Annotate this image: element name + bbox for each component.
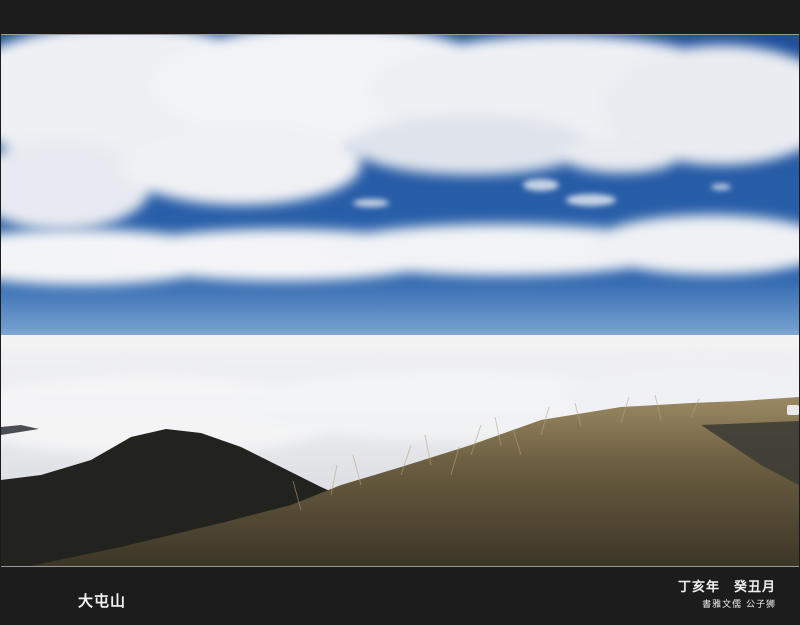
date-caption: 丁亥年 癸丑月 bbox=[677, 580, 776, 595]
parked-car bbox=[787, 405, 799, 415]
signature-caption: 丁亥年 癸丑月 書雅文儒 公子狮 bbox=[678, 576, 776, 610]
photo-frame: 大屯山 丁亥年 癸丑月 書雅文儒 公子狮 bbox=[0, 0, 800, 625]
landscape-photo bbox=[1, 34, 799, 567]
credit-caption: 書雅文儒 公子狮 bbox=[702, 600, 776, 610]
landscape-photo-svg bbox=[1, 35, 799, 566]
location-caption: 大屯山 bbox=[78, 592, 127, 610]
